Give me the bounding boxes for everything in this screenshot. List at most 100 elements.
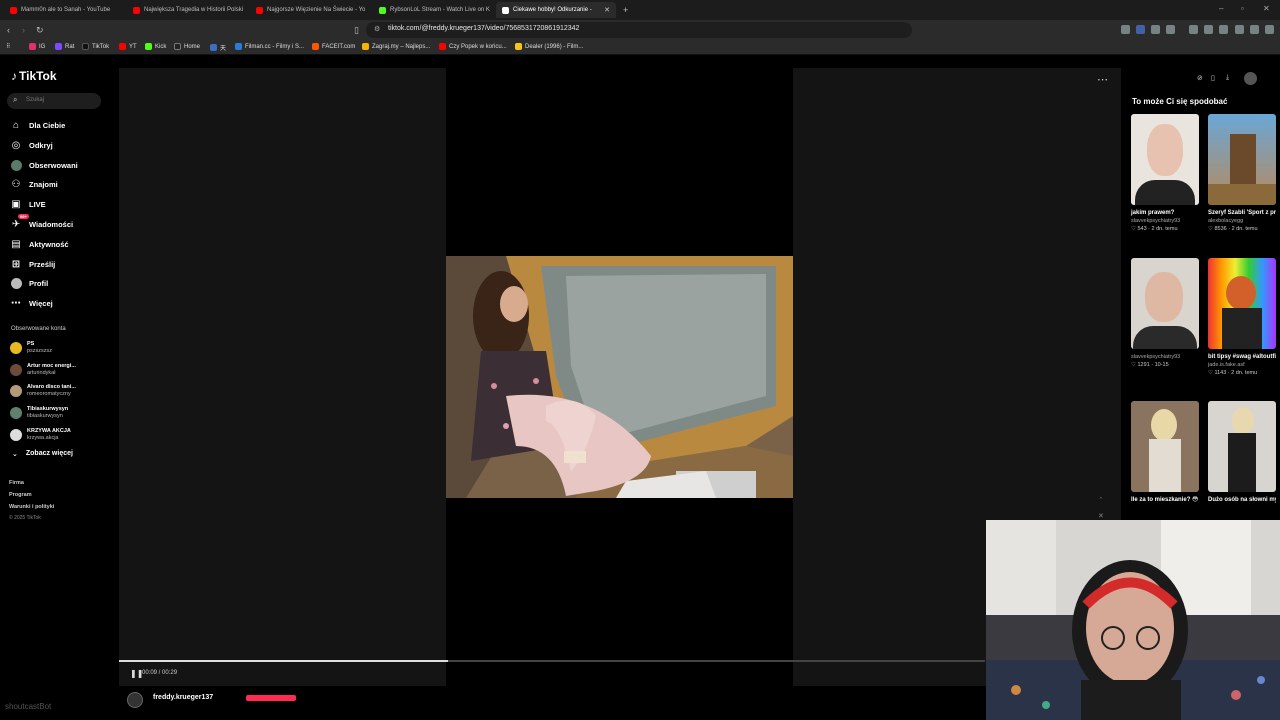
footer-link-terms[interactable]: Warunki i polityki xyxy=(9,504,54,510)
browser-tab-active[interactable]: Ciekawe hobby! Odkurzanie - ✕ xyxy=(496,2,616,18)
extension-icon[interactable] xyxy=(1166,25,1175,34)
browser-tab[interactable]: Mamm0n ale to Sanah - YouTube xyxy=(4,2,124,18)
video-thumbnail xyxy=(1208,401,1276,492)
see-more-button[interactable]: ⌄ Zobacz więcej xyxy=(12,450,73,458)
nav-wiadomosci[interactable]: ✈ 99+ Wiadomości xyxy=(10,214,73,230)
followed-account[interactable]: Tibiaskurwysyn tibiaskurwysyn xyxy=(10,406,68,420)
maximize-icon[interactable]: ▫ xyxy=(1241,4,1244,13)
more-options-icon[interactable]: ⋯ xyxy=(1097,73,1108,86)
browser-tab[interactable]: Najgorsze Więzienie Na Świecie - Yo xyxy=(250,2,370,18)
nav-znajomi[interactable]: ⚇ Znajomi xyxy=(10,178,58,190)
suggested-video[interactable]: bit tipsy #swag #altoutfits... jade.is.f… xyxy=(1208,258,1276,377)
menu-icon[interactable] xyxy=(1265,25,1274,34)
progress-bar[interactable] xyxy=(119,660,985,662)
bookmark-faceit[interactable]: FACEIT.com xyxy=(312,43,355,50)
reload-icon[interactable]: ↻ xyxy=(36,25,44,35)
extension-icon[interactable] xyxy=(1151,25,1160,34)
minimize-icon[interactable]: – xyxy=(1219,4,1223,13)
footer-link-firma[interactable]: Firma xyxy=(9,480,24,486)
rat-icon xyxy=(55,43,62,50)
suggested-video[interactable]: Dużo osób na słowni myli... xyxy=(1208,401,1276,504)
browser-tab-bar: Mamm0n ale to Sanah - YouTube Największa… xyxy=(0,0,1280,20)
avatar xyxy=(10,429,22,441)
bookmark-icon[interactable]: ▯ xyxy=(354,25,359,35)
bookmark-tiktok[interactable]: TikTok xyxy=(82,43,109,50)
video-content[interactable] xyxy=(446,256,793,498)
youtube-icon xyxy=(439,43,446,50)
video-thumbnail xyxy=(1131,401,1199,492)
nav-wiecej[interactable]: ⋯ Więcej xyxy=(10,297,53,309)
webcam-image xyxy=(986,520,1280,720)
search-input[interactable]: ⌕ Szukaj xyxy=(7,93,101,109)
filman-icon xyxy=(235,43,242,50)
extensions-icon[interactable] xyxy=(1219,25,1228,34)
report-icon[interactable]: ⊘ xyxy=(1197,74,1203,82)
footer-link-program[interactable]: Program xyxy=(9,492,32,498)
new-tab-button[interactable]: + xyxy=(617,2,633,18)
followed-account[interactable]: PS pszszszsz xyxy=(10,341,52,355)
tiktok-icon xyxy=(502,6,509,14)
upload-icon: ⊞ xyxy=(11,258,21,270)
nav-profil[interactable]: Profil xyxy=(10,277,48,289)
suggested-video[interactable]: Szeryf Szabli 'Sport z prime...' Szeryf … xyxy=(1208,114,1276,233)
wallet-icon[interactable] xyxy=(1235,25,1244,34)
messages-icon: ✈ 99+ xyxy=(11,214,29,230)
friends-icon: ⚇ xyxy=(11,178,21,190)
bookmark-filman[interactable]: Filman.cc - Filmy i S... xyxy=(235,43,304,50)
media-icon[interactable] xyxy=(1189,25,1198,34)
followed-account[interactable]: Alvaro disco tani... romeoromatyczny xyxy=(10,384,76,398)
instagram-icon xyxy=(29,43,36,50)
bookmark-yt[interactable]: YT xyxy=(119,43,137,50)
bookmark-kick[interactable]: Kick xyxy=(145,43,166,50)
close-icon[interactable]: ✕ xyxy=(1098,512,1104,520)
close-tab-icon[interactable]: ✕ xyxy=(604,6,610,14)
address-bar[interactable]: ⚙ tiktok.com/@freddy.krueger137/video/75… xyxy=(366,22,912,38)
zagraj-icon xyxy=(362,43,369,50)
url-text[interactable]: tiktok.com/@freddy.krueger137/video/7568… xyxy=(388,25,579,32)
window-close-icon[interactable]: ✕ xyxy=(1263,4,1270,13)
site-info-icon[interactable]: ⚙ xyxy=(374,25,380,33)
suggested-video[interactable]: slavvekpsychiatry93 ♡ 1291 · 10-15 xyxy=(1131,258,1199,369)
followed-account[interactable]: KRZYWA AKCJA krzywa.akcja xyxy=(10,428,71,442)
back-icon[interactable]: ‹ xyxy=(7,25,10,35)
nav-przeslij[interactable]: ⊞ Prześlij xyxy=(10,258,55,270)
nav-dla-ciebie[interactable]: ⌂ Dla Ciebie xyxy=(10,119,65,131)
avatar xyxy=(10,385,22,397)
followed-account[interactable]: Artur moc energi... arturindykał xyxy=(10,363,76,377)
download-icon[interactable]: ⤓ xyxy=(1226,74,1229,82)
tiktok-icon xyxy=(82,43,89,50)
browser-tab[interactable]: RybsonLoL Stream - Watch Live on K xyxy=(373,2,493,18)
nav-aktywnosc[interactable]: ▤ Aktywność xyxy=(10,238,68,250)
chevron-up-icon[interactable]: ⌃ xyxy=(1098,496,1104,504)
faceit-icon xyxy=(312,43,319,50)
forward-icon[interactable]: › xyxy=(22,25,25,35)
bookmark-sky[interactable]: 天 xyxy=(210,43,226,52)
bookmark-rat[interactable]: Rat xyxy=(55,43,74,50)
author-name[interactable]: freddy.krueger137 xyxy=(153,694,213,701)
sidebar-icon[interactable] xyxy=(1204,25,1213,34)
extension-icon[interactable] xyxy=(1121,25,1130,34)
extension-icon[interactable] xyxy=(1136,25,1145,34)
suggested-video[interactable]: Ile za to mieszkanie? 😳 | #viralvideo... xyxy=(1131,401,1199,504)
search-icon: ⌕ xyxy=(13,95,18,104)
nav-odkryj[interactable]: ◎ Odkryj xyxy=(10,139,53,151)
bookmark-home[interactable]: Home xyxy=(174,43,200,50)
bookmark-dealer[interactable]: Dealer (1996) - Film... xyxy=(515,43,583,50)
nav-live[interactable]: ▣ LIVE xyxy=(10,198,45,210)
bookmark-ig[interactable]: IG xyxy=(29,43,45,50)
profile-icon xyxy=(10,277,22,289)
apps-icon[interactable]: ⠿ xyxy=(6,43,10,50)
nav-obserwowani[interactable]: Obserwowani xyxy=(10,159,78,171)
tiktok-logo[interactable]: ♪ TikTok xyxy=(11,69,57,83)
follow-button[interactable] xyxy=(246,695,296,701)
youtube-icon xyxy=(119,43,126,50)
avatar[interactable] xyxy=(1244,72,1257,85)
bookmark-popek[interactable]: Czy Popek w końcu... xyxy=(439,43,507,50)
author-avatar[interactable] xyxy=(127,692,143,708)
bookmark-zagraj[interactable]: Zagraj.my – Najleps... xyxy=(362,43,430,50)
browser-tab[interactable]: Największa Tragedia w Historii Polski xyxy=(127,2,247,18)
vpn-icon[interactable] xyxy=(1250,25,1259,34)
phone-icon[interactable]: ▯ xyxy=(1211,74,1215,82)
suggested-video[interactable]: jakim prawem? slavvekpsychiatry93 ♡ 543 … xyxy=(1131,114,1199,233)
compass-icon: ◎ xyxy=(11,139,21,151)
